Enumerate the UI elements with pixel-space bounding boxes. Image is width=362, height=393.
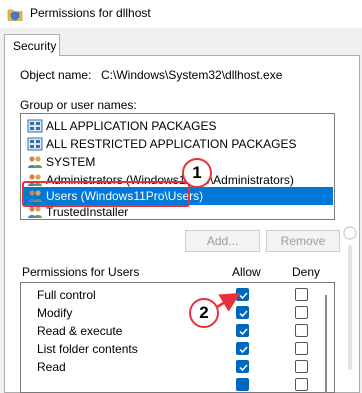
list-item-label: ALL RESTRICTED APPLICATION PACKAGES xyxy=(46,137,297,151)
users-icon xyxy=(28,206,42,218)
object-name-label: Object name: xyxy=(20,68,92,82)
allow-header: Allow xyxy=(232,265,261,279)
group-packages-icon xyxy=(27,137,43,151)
permissions-scrollbar[interactable] xyxy=(325,295,327,393)
table-row: List folder contents xyxy=(21,340,334,358)
permission-name: List folder contents xyxy=(37,342,138,356)
window-title: Permissions for dllhost xyxy=(30,6,151,20)
permission-name: Full control xyxy=(37,288,96,302)
step-1-badge: 1 xyxy=(182,158,212,188)
tab-security[interactable]: Security xyxy=(4,34,60,56)
users-icon xyxy=(28,156,42,168)
deny-checkbox[interactable] xyxy=(295,378,308,391)
watermark-logo xyxy=(343,226,357,370)
annotation-highlight-box xyxy=(22,181,190,207)
list-item-label: TrustedInstaller xyxy=(46,205,129,219)
allow-checkbox[interactable] xyxy=(236,378,249,391)
list-item-all-application-packages[interactable]: ALL APPLICATION PACKAGES xyxy=(22,117,333,135)
deny-header: Deny xyxy=(292,265,321,279)
permissions-header: Permissions for Users xyxy=(22,265,140,279)
deny-checkbox[interactable] xyxy=(295,360,308,373)
shield-folder-icon xyxy=(7,9,23,21)
table-row-partial xyxy=(21,376,334,392)
permission-name: Read xyxy=(37,360,66,374)
allow-checkbox[interactable] xyxy=(236,324,249,337)
table-row: Modify xyxy=(21,304,334,322)
group-list-label: Group or user names: xyxy=(20,98,137,112)
step-2-badge: 2 xyxy=(189,298,219,328)
object-name-value: C:\Windows\System32\dllhost.exe xyxy=(101,68,283,82)
deny-checkbox[interactable] xyxy=(295,342,308,355)
deny-checkbox[interactable] xyxy=(295,306,308,319)
allow-checkbox[interactable] xyxy=(236,288,249,301)
table-row: Read & execute xyxy=(21,322,334,340)
list-item-label: ALL APPLICATION PACKAGES xyxy=(46,119,217,133)
title-bar: Permissions for dllhost xyxy=(0,0,362,28)
permission-name: Modify xyxy=(37,306,73,320)
deny-checkbox[interactable] xyxy=(295,288,308,301)
table-row: Read xyxy=(21,358,334,376)
tab-security-label: Security xyxy=(13,39,57,53)
table-row: Full control xyxy=(21,286,334,304)
allow-checkbox[interactable] xyxy=(236,342,249,355)
allow-checkbox[interactable] xyxy=(236,306,249,319)
list-item-all-restricted-packages[interactable]: ALL RESTRICTED APPLICATION PACKAGES xyxy=(22,135,333,153)
group-packages-icon xyxy=(27,119,43,133)
list-item-system[interactable]: SYSTEM xyxy=(22,153,333,171)
remove-button[interactable]: Remove xyxy=(266,230,340,252)
list-item-label: SYSTEM xyxy=(46,155,96,169)
deny-checkbox[interactable] xyxy=(295,324,308,337)
allow-checkbox[interactable] xyxy=(236,360,249,373)
permission-name: Read & execute xyxy=(37,324,123,338)
add-button[interactable]: Add... xyxy=(185,230,260,252)
permissions-table: Full control Modify Read & execute List … xyxy=(20,282,335,393)
